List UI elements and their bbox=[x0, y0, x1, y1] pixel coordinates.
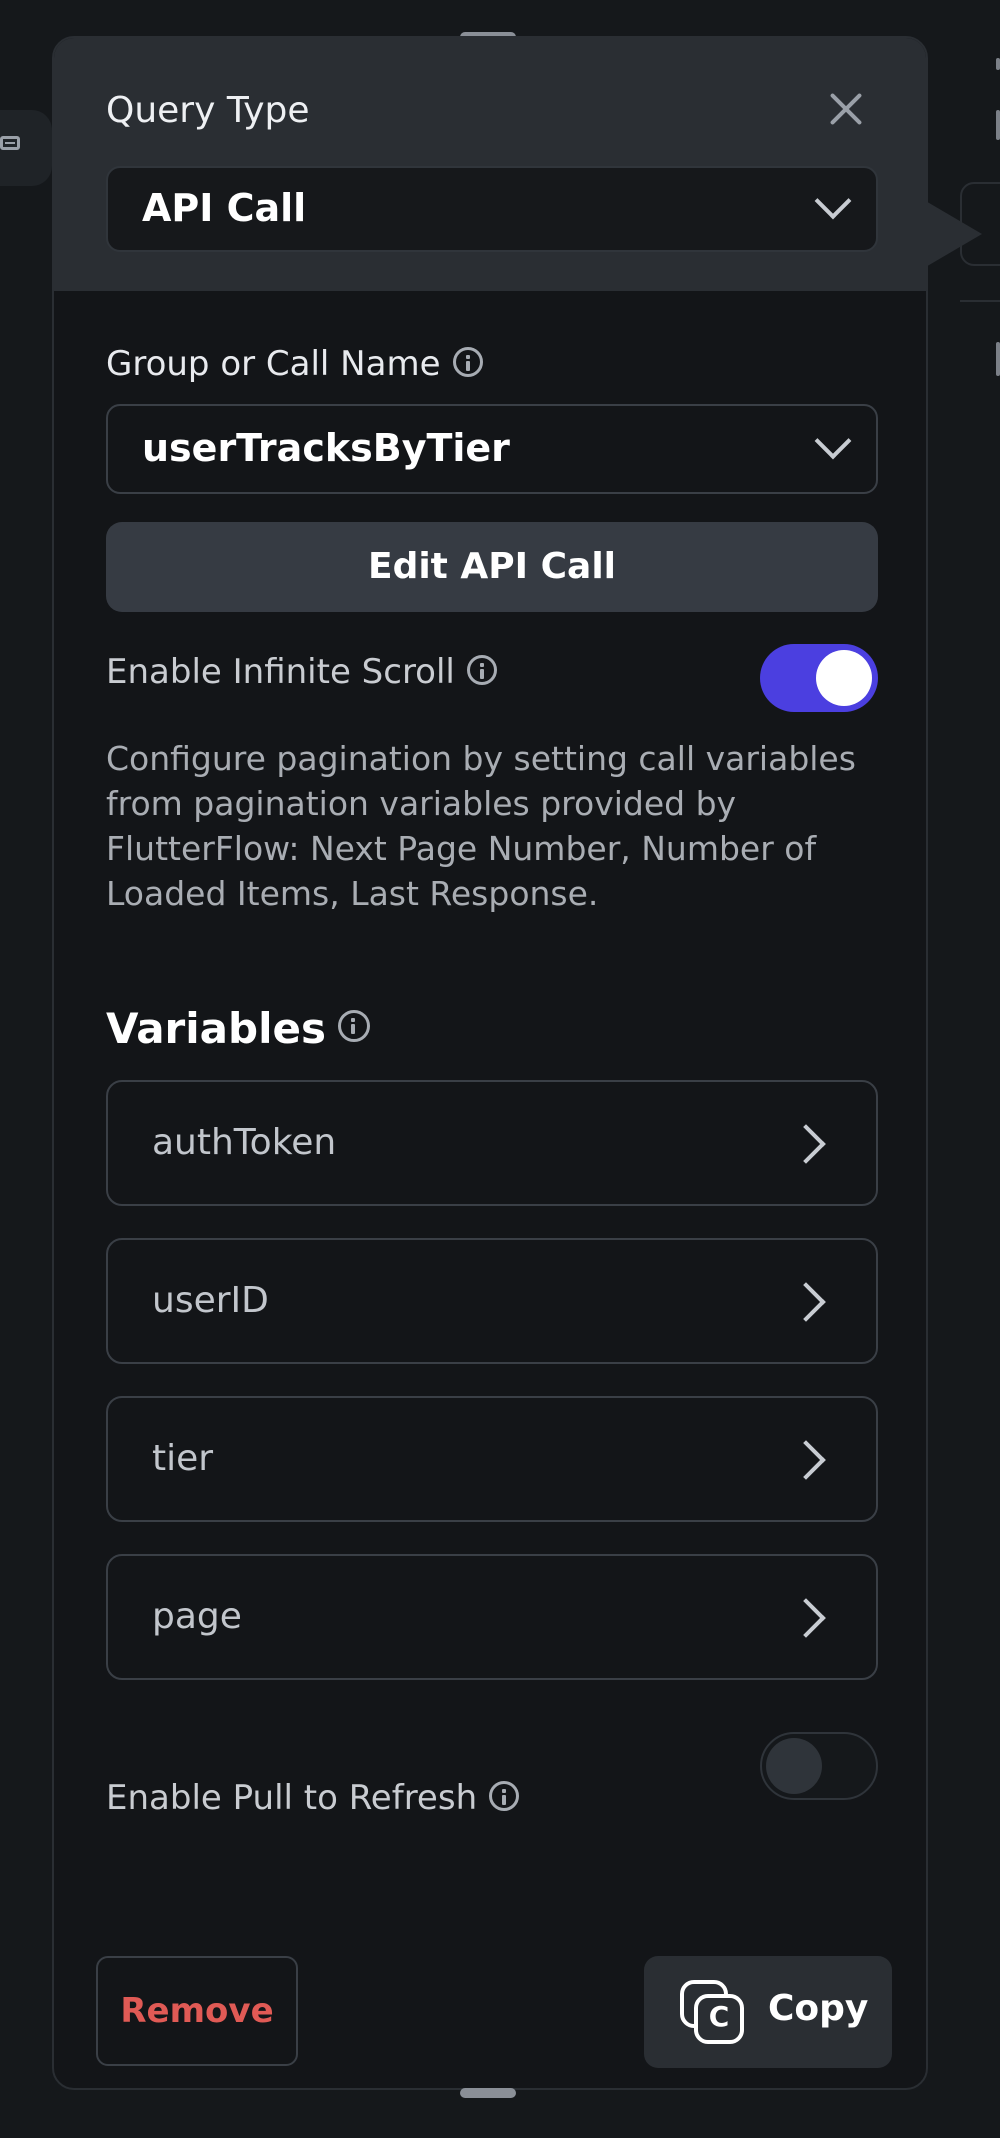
variable-row-authtoken[interactable]: authToken bbox=[106, 1080, 878, 1206]
widget-icon bbox=[0, 136, 20, 150]
infinite-scroll-toggle[interactable] bbox=[760, 644, 878, 712]
infinite-scroll-text: Enable Infinite Scroll bbox=[106, 652, 455, 692]
variable-name: authToken bbox=[152, 1122, 337, 1163]
info-icon[interactable] bbox=[337, 1009, 370, 1042]
variable-row-userid[interactable]: userID bbox=[106, 1238, 878, 1364]
backend-query-panel: Query Type API Call Group or Call Name u… bbox=[52, 36, 928, 2090]
chevron-right-icon bbox=[786, 1440, 826, 1480]
chevron-down-icon bbox=[814, 182, 852, 220]
query-type-value: API Call bbox=[142, 186, 307, 230]
pagination-description: Configure pagination by setting call var… bbox=[106, 739, 856, 913]
group-call-name-label: Group or Call Name bbox=[106, 344, 483, 384]
copy-label: Copy bbox=[768, 1988, 869, 2029]
copy-icon: C bbox=[680, 1980, 744, 2044]
panel-header: Query Type API Call bbox=[54, 38, 926, 291]
pull-to-refresh-label: Enable Pull to Refresh bbox=[106, 1778, 520, 1818]
info-icon[interactable] bbox=[489, 1780, 520, 1811]
copy-button[interactable]: C Copy bbox=[644, 1956, 892, 2068]
variables-heading: Variables bbox=[106, 1004, 370, 1053]
background-properties-column bbox=[960, 0, 1000, 2138]
info-icon[interactable] bbox=[452, 346, 483, 377]
variable-name: page bbox=[152, 1596, 242, 1637]
copy-icon-front: C bbox=[694, 1994, 744, 2044]
background-side-tab[interactable] bbox=[0, 110, 52, 186]
toggle-knob bbox=[766, 1738, 822, 1794]
infinite-scroll-label: Enable Infinite Scroll bbox=[106, 652, 497, 692]
chevron-down-icon bbox=[814, 422, 852, 460]
variable-row-tier[interactable]: tier bbox=[106, 1396, 878, 1522]
background-text-fragment bbox=[996, 110, 1000, 140]
query-type-label: Query Type bbox=[106, 90, 310, 131]
variable-row-page[interactable]: page bbox=[106, 1554, 878, 1680]
info-icon[interactable] bbox=[466, 654, 497, 685]
chevron-right-icon bbox=[786, 1124, 826, 1164]
background-text-fragment bbox=[996, 342, 1000, 376]
popover-pointer bbox=[924, 200, 982, 268]
resize-handle-bottom[interactable] bbox=[460, 2088, 516, 2098]
group-call-name-text: Group or Call Name bbox=[106, 344, 441, 384]
pull-to-refresh-toggle[interactable] bbox=[760, 1732, 878, 1800]
background-text-fragment bbox=[996, 58, 1000, 70]
remove-button[interactable]: Remove bbox=[96, 1956, 298, 2066]
edit-api-call-button[interactable]: Edit API Call bbox=[106, 522, 878, 612]
query-type-dropdown[interactable]: API Call bbox=[106, 166, 878, 252]
close-icon[interactable] bbox=[824, 86, 868, 130]
call-name-dropdown[interactable]: userTracksByTier bbox=[106, 404, 878, 494]
call-name-value: userTracksByTier bbox=[142, 426, 510, 470]
toggle-knob bbox=[816, 650, 872, 706]
pull-to-refresh-text: Enable Pull to Refresh bbox=[106, 1778, 478, 1818]
chevron-right-icon bbox=[786, 1598, 826, 1638]
variables-title: Variables bbox=[106, 1004, 326, 1053]
divider bbox=[960, 300, 1000, 302]
variable-name: tier bbox=[152, 1438, 214, 1479]
chevron-right-icon bbox=[786, 1282, 826, 1322]
variable-name: userID bbox=[152, 1280, 269, 1321]
